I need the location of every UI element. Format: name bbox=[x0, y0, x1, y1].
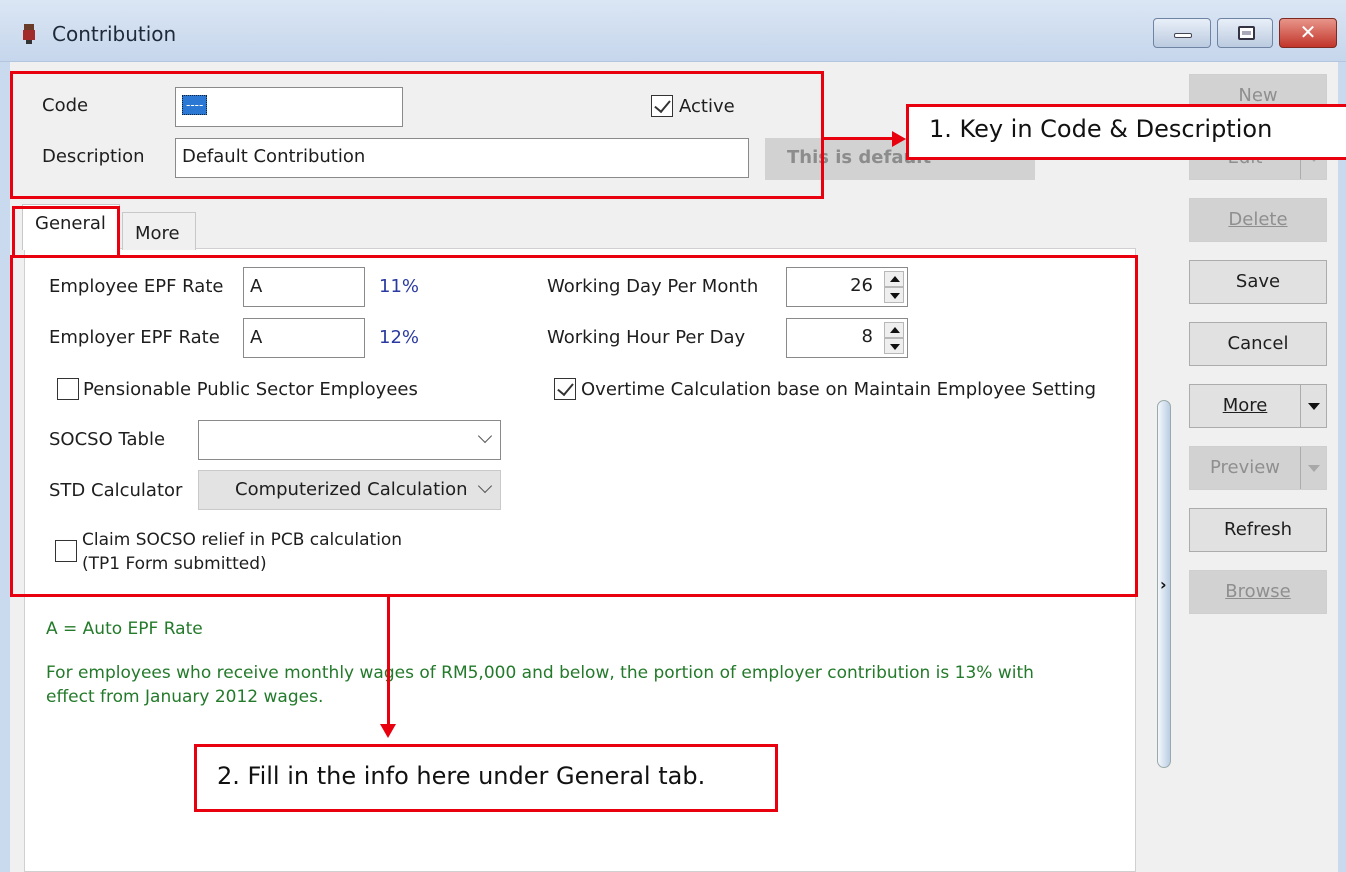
cancel-button[interactable]: Cancel bbox=[1189, 322, 1327, 366]
arrow-down-icon bbox=[380, 724, 396, 738]
save-button[interactable]: Save bbox=[1189, 260, 1327, 304]
annotation-arrow-1-line bbox=[822, 137, 894, 140]
epf-info-line1: For employees who receive monthly wages … bbox=[46, 663, 1034, 683]
annotation-arrow-2-line bbox=[387, 596, 390, 726]
annotation-callout-step1: 1. Key in Code & Description bbox=[906, 104, 1346, 160]
annotation-box-header bbox=[10, 71, 824, 199]
refresh-button[interactable]: Refresh bbox=[1189, 508, 1327, 552]
app-icon bbox=[23, 24, 35, 44]
chevron-right-icon[interactable]: › bbox=[1160, 575, 1167, 594]
step1-text: 1. Key in Code & Description bbox=[929, 115, 1273, 143]
maximize-icon bbox=[1238, 26, 1255, 40]
annotation-box-general-tab bbox=[12, 206, 120, 258]
annotation-callout-step2: 2. Fill in the info here under General t… bbox=[194, 744, 778, 812]
more-dropdown-icon[interactable] bbox=[1300, 385, 1326, 427]
refresh-button-label: Refresh bbox=[1224, 519, 1292, 540]
browse-button[interactable]: Browse bbox=[1189, 570, 1327, 614]
title-bar[interactable]: Contribution ✕ bbox=[0, 0, 1346, 62]
epf-info-line2: effect from January 2012 wages. bbox=[46, 687, 324, 707]
tab-more-label: More bbox=[135, 223, 180, 244]
preview-dropdown-icon[interactable] bbox=[1300, 447, 1326, 489]
close-icon: ✕ bbox=[1299, 20, 1317, 44]
window-title: Contribution bbox=[52, 22, 177, 46]
cancel-button-label: Cancel bbox=[1227, 333, 1289, 354]
minimize-button[interactable] bbox=[1153, 18, 1211, 48]
more-button[interactable]: More bbox=[1189, 384, 1327, 428]
save-button-label: Save bbox=[1235, 271, 1281, 292]
auto-epf-note: A = Auto EPF Rate bbox=[46, 619, 203, 639]
maximize-button[interactable] bbox=[1217, 18, 1273, 48]
preview-button-label: Preview bbox=[1209, 457, 1281, 478]
minimize-icon bbox=[1174, 33, 1192, 38]
new-button-label: New bbox=[1238, 85, 1278, 106]
step2-text: 2. Fill in the info here under General t… bbox=[217, 762, 706, 790]
browse-button-label: Browse bbox=[1225, 581, 1291, 602]
arrow-right-icon bbox=[892, 131, 906, 147]
tab-more[interactable]: More bbox=[122, 212, 196, 250]
delete-button[interactable]: Delete bbox=[1189, 198, 1327, 242]
more-button-label: More bbox=[1222, 395, 1268, 416]
annotation-box-general-panel bbox=[10, 255, 1138, 597]
preview-button[interactable]: Preview bbox=[1189, 446, 1327, 490]
delete-button-label: Delete bbox=[1228, 209, 1288, 230]
close-button[interactable]: ✕ bbox=[1279, 18, 1337, 48]
